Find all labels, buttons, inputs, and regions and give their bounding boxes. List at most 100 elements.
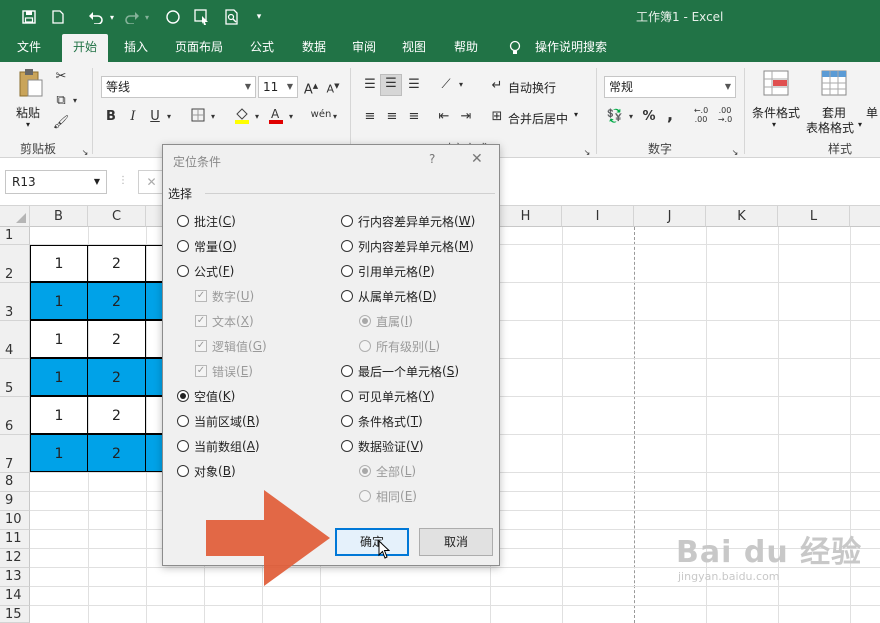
radio-icon[interactable] bbox=[341, 215, 353, 227]
percent-style-icon[interactable]: % bbox=[640, 108, 658, 126]
option-formulas[interactable]: 公式(F) bbox=[177, 262, 234, 280]
merge-center-icon[interactable]: ⊞ bbox=[488, 108, 506, 126]
accounting-dropdown-icon[interactable]: ▾ bbox=[626, 108, 636, 126]
cell-c7[interactable]: 2 bbox=[87, 434, 146, 472]
fill-color-dropdown-icon[interactable]: ▾ bbox=[252, 108, 262, 126]
tab-home[interactable]: 开始 bbox=[62, 34, 108, 62]
select-objects-icon[interactable] bbox=[190, 0, 214, 34]
circle-shape-icon[interactable] bbox=[162, 0, 184, 34]
format-painter-icon[interactable]: 🖌 bbox=[52, 114, 70, 132]
increase-font-icon[interactable]: A▲ bbox=[302, 77, 320, 99]
radio-icon[interactable] bbox=[177, 265, 189, 277]
cell-c5[interactable]: 2 bbox=[87, 358, 146, 396]
column-header-l[interactable]: L bbox=[778, 206, 850, 227]
row-header-2[interactable]: 2 bbox=[0, 245, 30, 283]
radio-icon[interactable] bbox=[177, 440, 189, 452]
merge-dropdown-icon[interactable]: ▾ bbox=[574, 110, 578, 119]
option-column-differences[interactable]: 列内容差异单元格(M) bbox=[341, 237, 474, 255]
fill-color-icon[interactable] bbox=[232, 106, 252, 130]
help-icon[interactable]: ? bbox=[429, 152, 435, 166]
option-conditional-formats[interactable]: 条件格式(T) bbox=[341, 412, 423, 430]
option-current-region[interactable]: 当前区域(R) bbox=[177, 412, 260, 430]
radio-icon[interactable] bbox=[177, 465, 189, 477]
undo-icon[interactable] bbox=[84, 0, 108, 34]
cancel-entry-icon[interactable]: ✕ bbox=[138, 170, 164, 194]
cell-c6[interactable]: 2 bbox=[87, 396, 146, 434]
format-as-table-icon[interactable] bbox=[820, 70, 848, 100]
row-header-12[interactable]: 12 bbox=[0, 549, 30, 568]
accounting-format-icon[interactable]: 💱 bbox=[604, 108, 626, 126]
option-objects[interactable]: 对象(B) bbox=[177, 462, 236, 480]
close-icon[interactable]: ✕ bbox=[471, 151, 483, 167]
row-header-11[interactable]: 11 bbox=[0, 530, 30, 549]
cell-b5[interactable]: 1 bbox=[30, 358, 88, 396]
cell-d5[interactable] bbox=[145, 358, 162, 396]
undo-dropdown-icon[interactable]: ▾ bbox=[106, 0, 118, 34]
paste-label[interactable]: 粘贴 bbox=[16, 104, 40, 121]
column-header-j[interactable]: J bbox=[634, 206, 706, 227]
increase-indent-icon[interactable]: ⇥ bbox=[456, 108, 476, 126]
bold-icon[interactable]: B bbox=[102, 108, 120, 126]
tell-me-search[interactable]: 操作说明搜索 bbox=[528, 34, 614, 62]
copy-icon[interactable]: ⧉ bbox=[52, 92, 70, 110]
cell-b6[interactable]: 1 bbox=[30, 396, 88, 434]
option-row-differences[interactable]: 行内容差异单元格(W) bbox=[341, 212, 475, 230]
merge-center-button[interactable]: 合并后居中 bbox=[508, 110, 568, 127]
radio-icon[interactable] bbox=[341, 265, 353, 277]
tab-review[interactable]: 审阅 bbox=[342, 34, 386, 62]
tab-help[interactable]: 帮助 bbox=[444, 34, 488, 62]
cut-icon[interactable]: ✂ bbox=[52, 68, 70, 86]
cell-c4[interactable]: 2 bbox=[87, 320, 146, 358]
cell-c3[interactable]: 2 bbox=[87, 282, 146, 320]
customize-qat-icon[interactable]: ▾ bbox=[252, 0, 266, 34]
decrease-indent-icon[interactable]: ⇤ bbox=[434, 108, 454, 126]
font-color-icon[interactable]: A bbox=[266, 106, 286, 130]
row-header-8[interactable]: 8 bbox=[0, 473, 30, 492]
column-header-i[interactable]: I bbox=[562, 206, 634, 227]
underline-icon[interactable]: U bbox=[146, 108, 164, 126]
align-left-icon[interactable]: ≡ bbox=[360, 108, 380, 126]
format-as-table-line2[interactable]: 表格格式 bbox=[806, 119, 854, 136]
wrap-text-icon[interactable]: ↵ bbox=[488, 77, 506, 95]
row-header-10[interactable]: 10 bbox=[0, 511, 30, 530]
row-header-6[interactable]: 6 bbox=[0, 397, 30, 435]
select-all-corner[interactable] bbox=[0, 206, 30, 227]
option-constants[interactable]: 常量(O) bbox=[177, 237, 237, 255]
radio-selected-icon[interactable] bbox=[177, 390, 189, 402]
row-header-15[interactable]: 15 bbox=[0, 606, 30, 623]
row-header-1[interactable]: 1 bbox=[0, 227, 30, 245]
cell-d2[interactable] bbox=[145, 245, 162, 282]
cell-b4[interactable]: 1 bbox=[30, 320, 88, 358]
print-preview-icon[interactable] bbox=[220, 0, 244, 34]
align-middle-icon[interactable]: ☰ bbox=[380, 74, 402, 96]
column-header-b[interactable]: B bbox=[30, 206, 88, 227]
cell-d4[interactable] bbox=[145, 320, 162, 358]
row-header-4[interactable]: 4 bbox=[0, 321, 30, 359]
conditional-formatting-icon[interactable] bbox=[762, 70, 790, 100]
option-blanks[interactable]: 空值(K) bbox=[177, 387, 235, 405]
radio-icon[interactable] bbox=[341, 240, 353, 252]
radio-icon[interactable] bbox=[341, 390, 353, 402]
tab-data[interactable]: 数据 bbox=[292, 34, 336, 62]
row-header-9[interactable]: 9 bbox=[0, 492, 30, 511]
cancel-button[interactable]: 取消 bbox=[419, 528, 493, 556]
cell-d3[interactable] bbox=[145, 282, 162, 320]
align-right-icon[interactable]: ≡ bbox=[404, 108, 424, 126]
conditional-formatting-button[interactable]: 条件格式 bbox=[752, 104, 800, 121]
cell-styles-button[interactable]: 单 bbox=[866, 104, 878, 121]
align-bottom-icon[interactable]: ☰ bbox=[404, 76, 424, 94]
ok-button[interactable]: 确定 bbox=[335, 528, 409, 556]
comma-style-icon[interactable]: , bbox=[662, 106, 678, 124]
new-doc-icon[interactable] bbox=[46, 0, 70, 34]
option-current-array[interactable]: 当前数组(A) bbox=[177, 437, 260, 455]
name-box[interactable]: R13 ▼ bbox=[5, 170, 107, 194]
underline-dropdown-icon[interactable]: ▾ bbox=[164, 108, 174, 126]
cell-b3[interactable]: 1 bbox=[30, 282, 88, 320]
row-header-5[interactable]: 5 bbox=[0, 359, 30, 397]
cell-d6[interactable] bbox=[145, 396, 162, 434]
cell-d7[interactable] bbox=[145, 434, 162, 472]
cell-b7[interactable]: 1 bbox=[30, 434, 88, 472]
paste-icon[interactable] bbox=[16, 68, 46, 100]
borders-dropdown-icon[interactable]: ▾ bbox=[208, 108, 218, 126]
phonetic-dropdown-icon[interactable]: ▾ bbox=[330, 108, 340, 126]
